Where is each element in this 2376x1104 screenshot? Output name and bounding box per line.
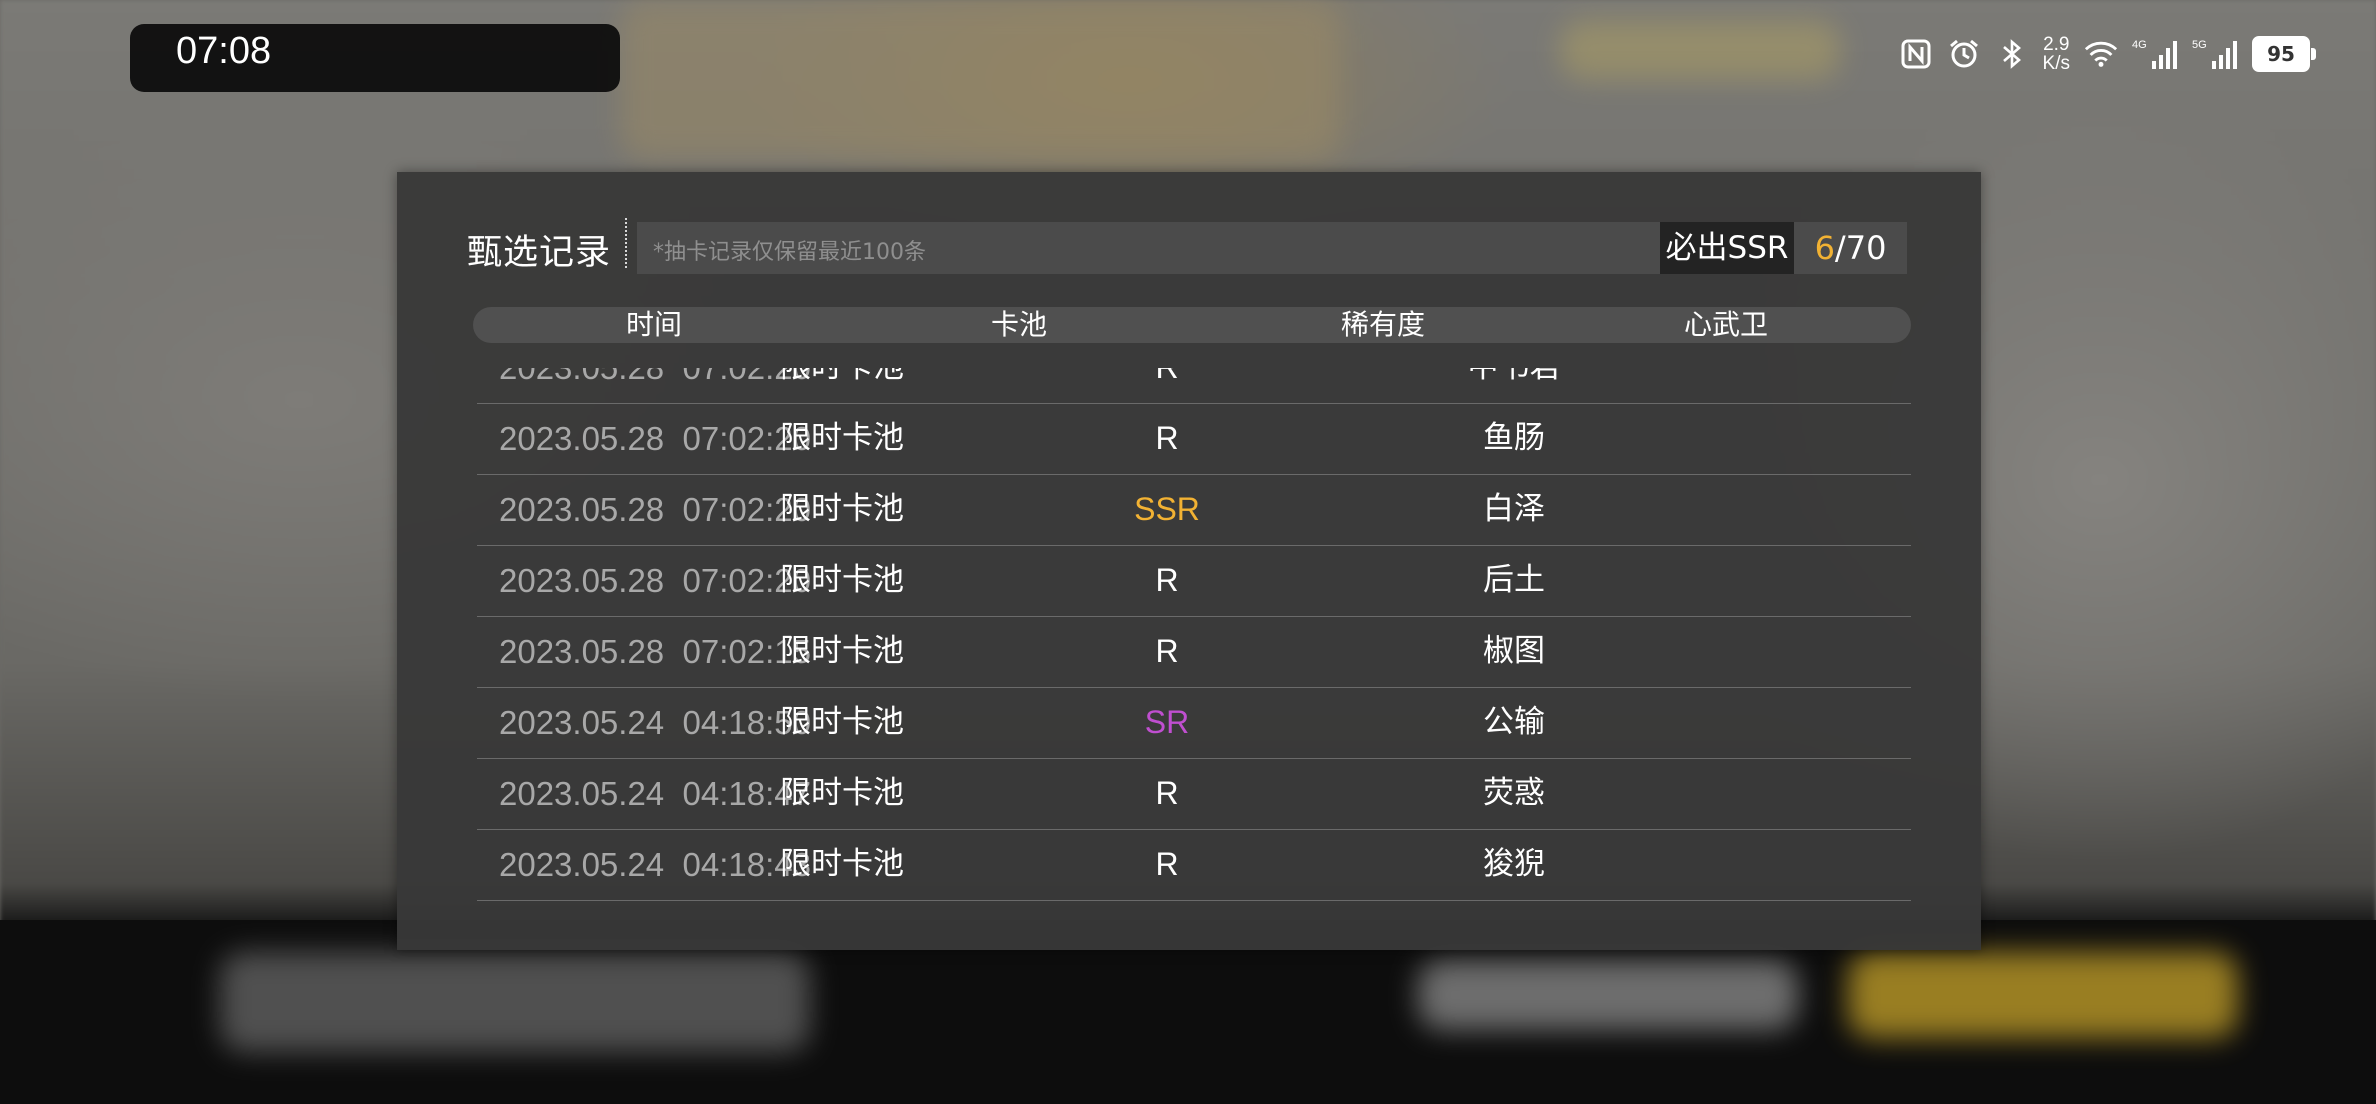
table-row: 2023.05.24 04:18:47 限时卡池 R 荧惑 <box>477 758 1911 830</box>
row-character: 椒图 <box>1483 633 1545 669</box>
pity-total: /70 <box>1834 229 1887 267</box>
table-row: 2023.05.28 07:02:20 限时卡池 R 中书君 <box>477 368 1911 404</box>
row-character: 公输 <box>1483 704 1545 740</box>
row-rarity: R <box>1155 562 1179 598</box>
svg-text:4G: 4G <box>2132 39 2147 51</box>
row-pool: 限时卡池 <box>780 775 904 811</box>
alarm-icon <box>1947 37 1981 71</box>
table-header: 时间 卡池 稀有度 心武卫 <box>473 307 1911 343</box>
signal-5g-icon: 5G <box>2192 37 2238 71</box>
row-pool: 限时卡池 <box>780 491 904 527</box>
background-blob <box>220 952 810 1052</box>
column-header-pool: 卡池 <box>990 308 1047 341</box>
dialog-title: 甄选记录 <box>467 233 612 273</box>
row-rarity: R <box>1155 420 1179 456</box>
column-header-character: 心武卫 <box>1683 308 1768 341</box>
bluetooth-icon <box>1995 37 2029 71</box>
column-header-rarity: 稀有度 <box>1340 308 1425 341</box>
table-row: 2023.05.28 07:02:15 限时卡池 R 椒图 <box>477 616 1911 688</box>
table-row: 2023.05.24 04:18:43 限时卡池 R 狻猊 <box>477 829 1911 901</box>
gacha-record-dialog: 甄选记录 *抽卡记录仅保留最近100条 必出SSR 6/70 时间 卡池 稀有度… <box>397 172 1981 950</box>
row-character: 后土 <box>1483 562 1545 598</box>
column-header-time: 时间 <box>625 308 682 341</box>
row-rarity: R <box>1155 775 1179 811</box>
table-row: 2023.05.28 07:02:20 限时卡池 SSR 白泽 <box>477 474 1911 546</box>
status-icons: 2.9 K/s 4G 5G 95 <box>1899 30 2316 78</box>
row-character: 白泽 <box>1483 491 1545 527</box>
row-rarity: R <box>1155 846 1179 882</box>
row-character: 狻猊 <box>1483 846 1545 882</box>
row-character: 荧惑 <box>1483 775 1545 811</box>
notice-text: *抽卡记录仅保留最近100条 <box>653 240 926 265</box>
signal-4g-icon: 4G <box>2132 37 2178 71</box>
row-character: 中书君 <box>1434 368 1594 403</box>
table-row: 2023.05.28 07:02:20 限时卡池 R 后土 <box>477 545 1911 617</box>
status-time: 07:08 <box>176 30 272 72</box>
row-pool: 限时卡池 <box>762 368 922 403</box>
svg-text:5G: 5G <box>2192 39 2207 51</box>
battery-icon: 95 <box>2252 36 2316 72</box>
background-blob <box>1848 952 2238 1038</box>
row-pool: 限时卡池 <box>780 704 904 740</box>
background-blob <box>1560 20 1840 80</box>
pity-counter: 6/70 <box>1794 222 1907 274</box>
table-row: 2023.05.28 07:02:20 限时卡池 R 鱼肠 <box>477 403 1911 475</box>
pity-current: 6 <box>1814 229 1835 267</box>
guaranteed-ssr-label: 必出SSR <box>1660 222 1794 274</box>
row-pool: 限时卡池 <box>780 420 904 456</box>
row-pool: 限时卡池 <box>780 846 904 882</box>
table-row: 2023.05.24 04:18:50 限时卡池 SR 公输 <box>477 687 1911 759</box>
row-pool: 限时卡池 <box>780 633 904 669</box>
row-pool: 限时卡池 <box>780 562 904 598</box>
row-rarity: SSR <box>1134 491 1200 527</box>
record-list[interactable]: 2023.05.28 07:02:20 限时卡池 R 中书君 2023.05.2… <box>477 368 1911 908</box>
row-rarity: SR <box>1144 704 1190 740</box>
title-divider <box>625 218 628 268</box>
row-rarity: R <box>1087 368 1247 403</box>
wifi-icon <box>2084 37 2118 71</box>
background-blob <box>1418 960 1798 1030</box>
background-blob <box>620 0 1340 160</box>
network-speed: 2.9 K/s <box>2042 34 2070 74</box>
nfc-icon <box>1899 37 1933 71</box>
row-rarity: R <box>1155 633 1179 669</box>
row-character: 鱼肠 <box>1483 420 1545 456</box>
